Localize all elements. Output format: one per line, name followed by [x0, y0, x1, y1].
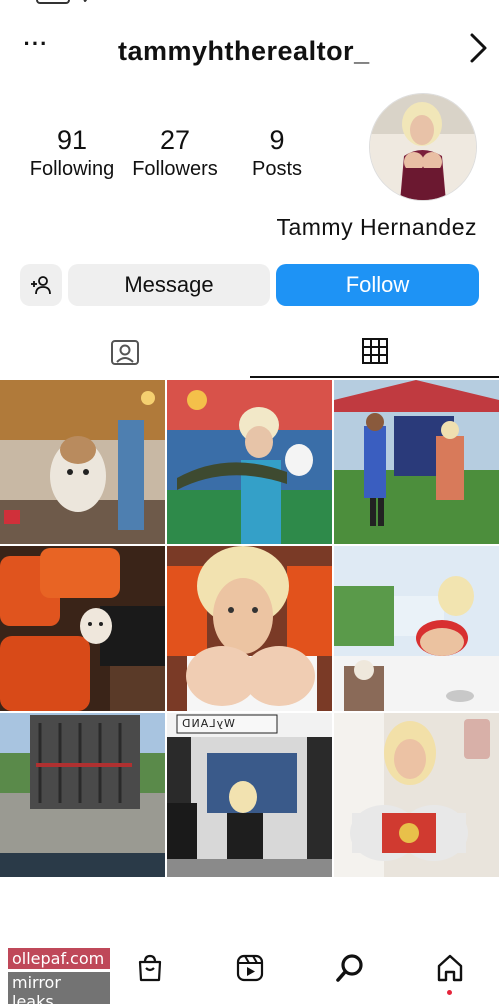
post-image — [167, 713, 332, 877]
stat-following[interactable]: 91 Following — [26, 125, 118, 183]
post-image — [0, 380, 165, 544]
following-count: 91 — [56, 125, 88, 155]
profile-tabs — [0, 326, 499, 378]
post-image — [334, 713, 499, 877]
message-button[interactable]: Message — [68, 264, 270, 306]
tagged-person-icon — [110, 340, 139, 365]
stat-followers[interactable]: 27 Followers — [126, 125, 224, 183]
post-thumbnail[interactable] — [0, 546, 165, 711]
post-image — [167, 380, 332, 544]
profile-stats: 91 Following 27 Followers 9 Posts — [22, 125, 322, 195]
shopping-bag-icon — [138, 954, 162, 982]
posts-count: 9 — [269, 125, 285, 155]
add-user-icon — [31, 276, 51, 295]
nav-reels[interactable] — [230, 948, 270, 988]
post-image — [334, 380, 499, 544]
follow-button[interactable]: Follow — [276, 264, 479, 306]
followers-count: 27 — [159, 125, 191, 155]
notification-dot — [447, 990, 452, 995]
tab-tagged[interactable] — [0, 326, 249, 378]
profile-username: tammyhtherealtor_ — [118, 36, 370, 66]
post-image — [0, 546, 165, 711]
search-icon — [336, 954, 363, 982]
avatar[interactable] — [369, 93, 477, 201]
followers-label: Followers — [132, 158, 218, 180]
post-thumbnail[interactable] — [334, 546, 499, 711]
post-overlay-text: WyLAND — [181, 717, 235, 730]
post-thumbnail[interactable]: WyLAND — [167, 713, 332, 877]
post-thumbnail[interactable] — [0, 380, 165, 544]
profile-display-name: Tammy Hernandez — [276, 214, 477, 240]
grid-icon — [361, 338, 388, 364]
reels-icon — [236, 954, 264, 982]
post-thumbnail[interactable] — [0, 713, 165, 877]
chevron-right-icon[interactable] — [464, 32, 492, 64]
profile-header: ··· tammyhtherealtor_ — [0, 22, 499, 82]
tab-grid[interactable] — [250, 326, 499, 378]
signal-icon: ✔ — [82, 0, 92, 6]
post-thumbnail[interactable] — [334, 713, 499, 877]
bottom-navigation — [0, 942, 499, 998]
add-user-button[interactable] — [20, 264, 62, 306]
posts-label: Posts — [251, 158, 303, 180]
following-label: Following — [29, 158, 115, 180]
post-image — [334, 546, 499, 711]
nav-search[interactable] — [330, 948, 370, 988]
post-thumbnail[interactable] — [167, 380, 332, 544]
post-image — [167, 546, 332, 711]
home-icon — [437, 954, 463, 982]
nav-shop[interactable] — [130, 948, 170, 988]
post-image — [0, 713, 165, 877]
nav-home[interactable] — [430, 948, 470, 988]
post-thumbnail[interactable] — [334, 380, 499, 544]
avatar-image — [370, 94, 476, 200]
battery-icon — [36, 0, 70, 4]
more-horizontal-icon[interactable]: ··· — [24, 31, 48, 56]
stat-posts: 9 Posts — [244, 125, 310, 183]
post-thumbnail[interactable] — [167, 546, 332, 711]
status-bar: ✔ — [0, 0, 499, 8]
